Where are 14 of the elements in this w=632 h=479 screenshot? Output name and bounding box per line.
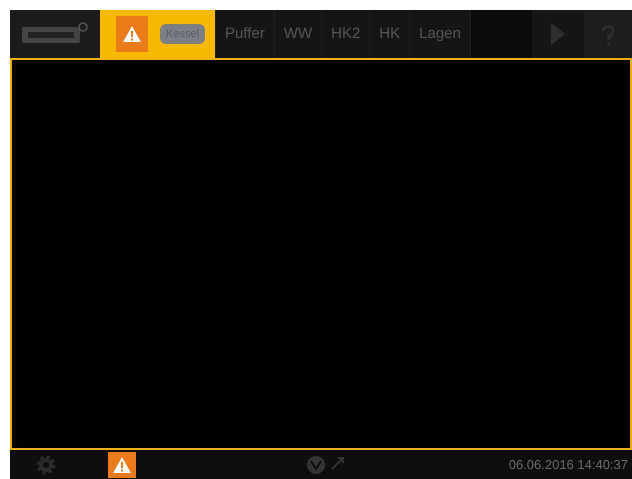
- tab[interactable]: Lagen: [410, 10, 471, 58]
- transfer-arrow-icon[interactable]: [330, 454, 346, 470]
- date-time: 06.06.2016 14:40:37: [508, 456, 629, 474]
- warning-icon: [112, 456, 132, 474]
- tab[interactable]: HK: [370, 10, 410, 58]
- settings-icon[interactable]: [34, 452, 58, 476]
- tab[interactable]: Puffer: [216, 10, 275, 58]
- play-arrow-icon: [550, 22, 566, 46]
- next-button[interactable]: [532, 10, 584, 58]
- tab[interactable]: HK2: [322, 10, 370, 58]
- tab[interactable]: WW: [274, 10, 322, 58]
- warning-icon: [122, 25, 142, 43]
- help-button[interactable]: [584, 10, 632, 58]
- alert-indicator[interactable]: [108, 452, 136, 478]
